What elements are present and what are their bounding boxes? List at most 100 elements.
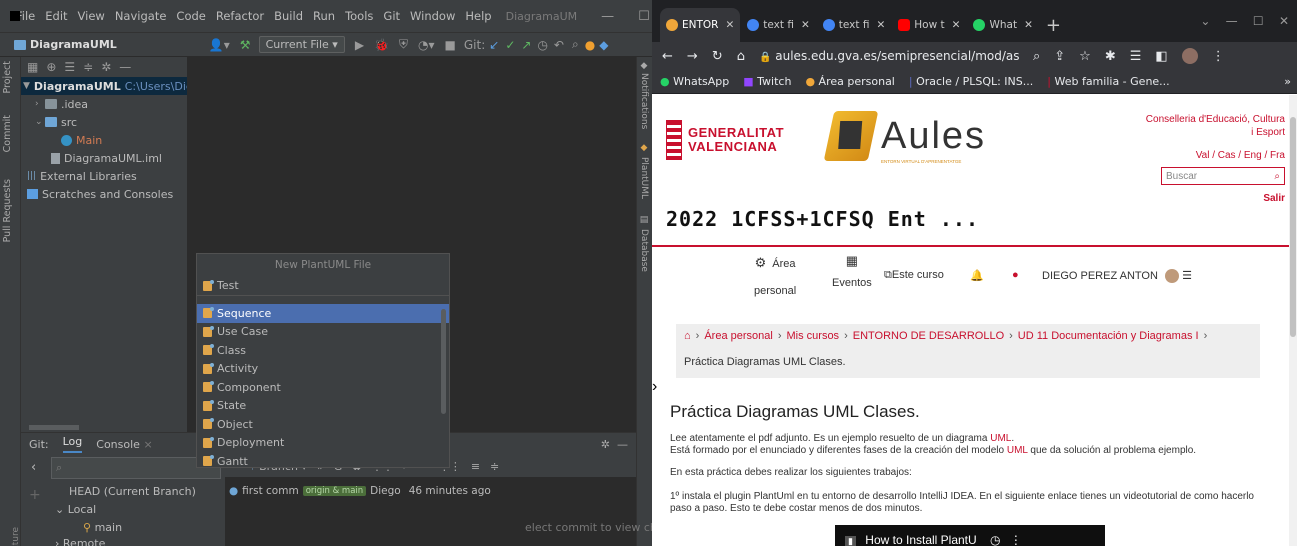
close-tab-icon[interactable]: ✕ [801,19,810,31]
git-push-icon[interactable]: ↗ [521,38,531,52]
template-deployment[interactable]: Deployment [197,434,449,453]
browser-tab-text-1[interactable]: text fi ✕ [741,8,816,42]
tab-project[interactable]: Project [2,61,13,94]
template-gantt[interactable]: Gantt [197,452,449,467]
close-tab-icon[interactable]: ✕ [876,19,885,31]
template-object[interactable]: Object [197,415,449,434]
run-config-select[interactable]: Current File ▾ [258,36,345,53]
git-update-icon[interactable]: ↙ [489,38,499,52]
project-breadcrumb[interactable]: DiagramaUML [14,38,117,51]
menu-refactor[interactable]: Refactor [216,9,264,23]
menu-run[interactable]: Run [313,9,335,23]
branch-head[interactable]: HEAD (Current Branch) [69,485,196,498]
project-scrollbar[interactable] [29,425,79,430]
tree-item-main[interactable]: Main [21,131,187,149]
bookmark-whatsapp[interactable]: ● WhatsApp [660,75,729,88]
side-panel-icon[interactable]: ◧ [1155,49,1167,64]
bookmark-star-icon[interactable]: ☆ [1079,49,1091,64]
expand-icon[interactable]: ≑ [83,60,93,74]
commit-row[interactable]: ● first comm origin & main Diego 46 minu… [229,485,491,497]
user-menu[interactable]: DIEGO PEREZ ANTON ☰ [1042,269,1192,284]
database-icon[interactable]: ▤ [639,215,649,225]
nav-este-curso[interactable]: ⧉Este curso [884,269,944,282]
generalitat-logo[interactable]: GENERALITAT VALENCIANA [666,111,796,169]
hide-icon[interactable]: — [119,60,131,74]
home-icon[interactable]: ⌂ [684,330,691,342]
template-class[interactable]: Class [197,341,449,360]
uml-link[interactable]: UML [1007,445,1028,456]
menu-window[interactable]: Window [410,9,455,23]
logout-link[interactable]: Salir [1263,193,1285,204]
template-activity[interactable]: Activity [197,360,449,379]
menu-help[interactable]: Help [465,9,491,23]
user-icon[interactable]: 👤▾ [209,38,230,52]
tree-item-project-root[interactable]: ▼ DiagramaUML C:\Users\Diere [21,77,204,95]
uml-link[interactable]: UML [990,433,1011,444]
nav-eventos[interactable]: ▦ Eventos [832,253,872,289]
tree-item-src[interactable]: ⌄ src [21,113,187,131]
browser-tab-whatsapp[interactable]: What ✕ [967,8,1038,42]
structure-side-tab[interactable]: cture [11,527,21,546]
ide-maximize-icon[interactable]: ☐ [638,9,650,24]
video-share-icon[interactable]: ⋮ [1010,533,1022,546]
update-icon[interactable]: ● [585,38,595,52]
tab-notifications[interactable]: Notifications [639,73,649,129]
tree-item-scratches[interactable]: Scratches and Consoles [21,185,187,203]
breadcrumb-entorno[interactable]: ENTORNO DE DESARROLLO [853,330,1004,342]
browser-maximize-icon[interactable]: ☐ [1253,14,1264,28]
browser-tab-youtube[interactable]: How t ✕ [892,8,966,42]
chevron-left-icon[interactable]: ‹ [31,460,36,475]
zoom-icon[interactable]: ⌕ [1033,49,1040,64]
rollback-icon[interactable]: ↶ [554,38,564,52]
search-icon[interactable]: ⌕ [1274,171,1280,182]
panel-gear-icon[interactable]: ✲ — [601,438,628,451]
close-tab-icon[interactable]: × [143,438,152,451]
tree-item-idea[interactable]: › .idea [21,95,187,113]
history-icon[interactable]: ◷ [537,38,547,52]
plantuml-icon[interactable]: ◆ [639,143,649,153]
forward-icon[interactable]: → [687,49,698,64]
stop-icon[interactable]: ■ [445,38,456,52]
address-bar[interactable]: 🔒 aules.edu.gva.es/semipresencial/mod/as… [759,49,1019,63]
menu-code[interactable]: Code [176,9,205,23]
expand-all-icon[interactable]: ≡ [471,460,480,473]
page-scrollbar-thumb[interactable] [1290,117,1296,337]
project-view-icon[interactable]: ▦ [27,60,38,74]
git-commit-icon[interactable]: ✓ [505,38,515,52]
tab-commit[interactable]: Commit [2,115,13,152]
tab-console[interactable]: Console × [96,438,152,451]
close-tab-icon[interactable]: ✕ [952,19,961,31]
tab-database[interactable]: Database [639,229,649,272]
browser-tab-aules[interactable]: ENTOR ✕ [660,8,741,42]
gear-icon[interactable]: ✲ [101,60,111,74]
back-icon[interactable]: ← [662,49,673,64]
browser-close-icon[interactable]: ✕ [1279,14,1289,28]
more-bookmarks-icon[interactable]: » [1284,75,1297,88]
profile-icon[interactable]: ◔▾ [418,38,435,52]
bookmark-twitch[interactable]: ■ Twitch [743,75,791,88]
notifications-bell-icon[interactable]: 🔔 [970,269,984,282]
run-icon[interactable]: ▶ [355,38,364,52]
bell-icon[interactable]: ◆ [639,61,649,71]
template-sequence[interactable]: Sequence [197,304,449,323]
branch-remote[interactable]: › Remote [55,537,105,546]
collapse-all-icon[interactable]: ≑ [490,460,499,473]
open-drawer-icon[interactable]: › [652,378,664,398]
branch-main[interactable]: ⚲ main [83,521,122,534]
menu-tools[interactable]: Tools [345,9,373,23]
template-use-case[interactable]: Use Case [197,323,449,342]
menu-view[interactable]: View [78,9,105,23]
reload-icon[interactable]: ↻ [712,49,723,64]
popup-scrollbar[interactable] [441,309,446,414]
search-everywhere-icon[interactable]: ⌕ [572,37,579,52]
site-search-input[interactable]: Buscar ⌕ [1161,167,1285,185]
branch-local[interactable]: ⌄ Local [55,503,96,516]
close-tab-icon[interactable]: ✕ [1024,19,1033,31]
debug-icon[interactable]: 🐞 [374,38,389,52]
new-tab-icon[interactable]: + [1046,15,1061,36]
close-tab-icon[interactable]: ✕ [725,19,734,31]
locate-icon[interactable]: ⊕ [46,60,56,74]
tree-item-iml[interactable]: DiagramaUML.iml [21,149,187,167]
messages-icon[interactable]: ● [1012,269,1019,281]
browser-menu-icon[interactable]: ⋮ [1212,49,1225,64]
